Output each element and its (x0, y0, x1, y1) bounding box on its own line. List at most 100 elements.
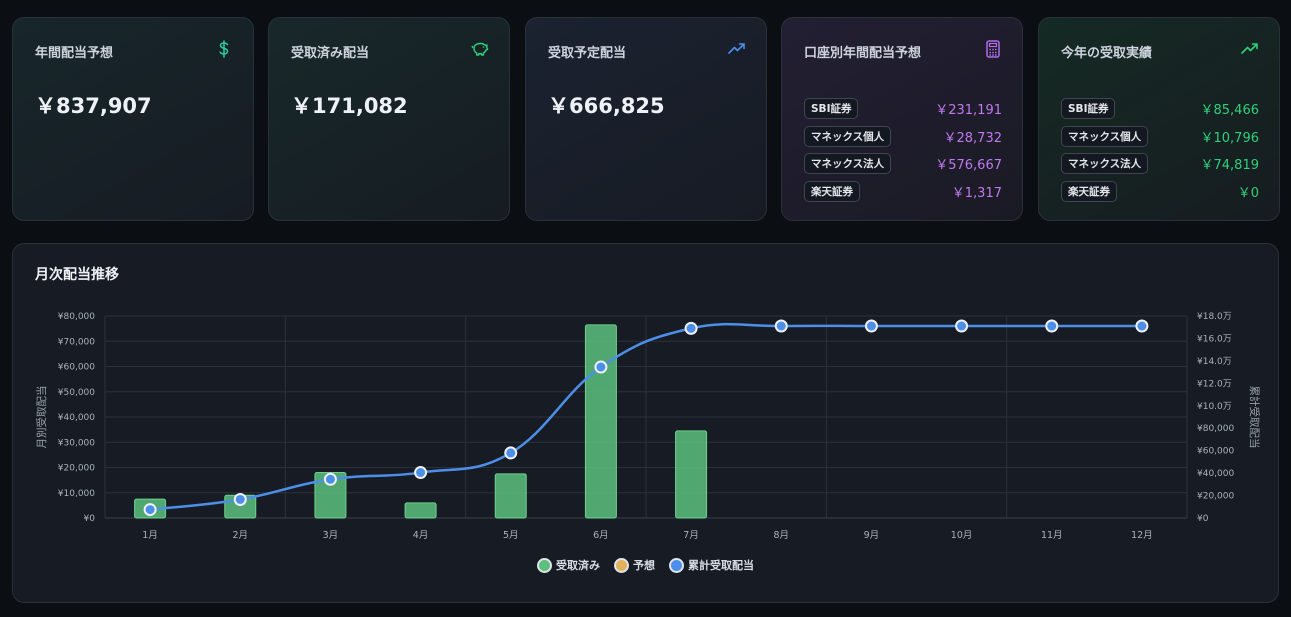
x-tick-label: 4月 (413, 530, 429, 541)
legend-swatch (614, 557, 629, 573)
y-tick-label: ¥50,000 (58, 388, 95, 398)
x-tick-label: 3月 (323, 530, 339, 541)
calculator-icon (984, 40, 1002, 58)
cumulative-point (955, 319, 969, 333)
annual-dividend-card: 年間配当予想 ￥837,907 (12, 17, 254, 221)
piggy-bank-icon (471, 40, 489, 58)
x-tick-label: 2月 (232, 530, 248, 541)
account-value: ￥231,191 (935, 103, 1002, 119)
scheduled-dividend-value: ￥666,825 (548, 94, 665, 118)
list-item: マネックス個人 ￥10,796 (1061, 123, 1259, 151)
account-value: ￥1,317 (951, 185, 1002, 201)
list-item: マネックス法人 ￥576,667 (804, 150, 1002, 178)
bar (675, 430, 708, 519)
y2-tick-label: ¥20,000 (1197, 492, 1234, 502)
cumulative-point (864, 319, 878, 333)
monthly-dividend-chart: ¥0 ¥10,000 ¥20,000 ¥30,000 ¥40,000 ¥50,000 ¥60… (35, 312, 1261, 541)
list-item: マネックス法人 ￥74,819 (1061, 150, 1259, 178)
y-tick-label: ¥60,000 (58, 363, 95, 373)
account-badge: マネックス法人 (1061, 153, 1149, 175)
chart-legend: 受取済み 予想 累計受取配当 (13, 557, 1278, 573)
card-title: 受取予定配当 (548, 46, 627, 61)
y2-tick-label: ¥80,000 (1197, 424, 1234, 434)
received-dividend-value: ￥171,082 (291, 94, 408, 118)
account-value: ￥85,466 (1200, 103, 1260, 119)
received-dividend-card: 受取済み配当 ￥171,082 (268, 17, 510, 221)
cumulative-point (414, 466, 428, 480)
list-item: 楽天証券 ￥1,317 (804, 178, 1002, 206)
bar (584, 324, 617, 519)
annual-dividend-value: ￥837,907 (35, 94, 152, 118)
legend-label: 予想 (633, 559, 655, 572)
x-tick-label: 12月 (1131, 530, 1153, 541)
account-badge: 楽天証券 (804, 180, 860, 202)
bar (494, 473, 527, 519)
y2-tick-label: ¥16.0万 (1197, 334, 1232, 344)
y2-tick-label: ¥40,000 (1197, 469, 1234, 479)
x-tick-label: 5月 (503, 530, 519, 541)
y2-tick-label: ¥12.0万 (1197, 379, 1232, 389)
trending-up-icon (728, 40, 746, 58)
account-value: ￥10,796 (1200, 130, 1260, 146)
account-value: ￥576,667 (935, 158, 1002, 174)
cumulative-point (1135, 319, 1149, 333)
trending-up-icon (1241, 40, 1259, 58)
legend-label: 受取済み (556, 559, 600, 572)
cumulative-point (1045, 319, 1059, 333)
x-tick-label: 6月 (593, 530, 609, 541)
x-tick-label: 8月 (773, 530, 789, 541)
legend-item-received[interactable]: 受取済み (537, 557, 600, 573)
cumulative-point (504, 446, 518, 460)
cumulative-point (594, 360, 608, 374)
y-tick-label: ¥30,000 (58, 438, 95, 448)
list-item: 楽天証券 ￥0 (1061, 178, 1259, 206)
monthly-dividend-chart-panel: 月次配当推移 ¥0 ¥10,000 ¥20,000 ¥30,000 ¥40,000 ¥50… (12, 243, 1279, 603)
y2-tick-label: ¥18.0万 (1197, 312, 1232, 322)
card-title: 今年の受取実績 (1061, 46, 1153, 61)
legend-label: 累計受取配当 (688, 559, 754, 572)
dollar-icon (215, 40, 233, 58)
y-tick-label: ¥20,000 (58, 464, 95, 474)
account-value: ￥0 (1237, 185, 1259, 201)
card-title: 年間配当予想 (35, 46, 114, 61)
x-tick-label: 11月 (1041, 530, 1063, 541)
this-year-account-list: SBI証券 ￥85,466 マネックス個人 ￥10,796 マネックス法人 ￥7… (1061, 95, 1259, 205)
y2-tick-label: ¥10.0万 (1197, 402, 1232, 412)
list-item: SBI証券 ￥231,191 (804, 95, 1002, 123)
legend-swatch (537, 557, 552, 573)
account-badge: 楽天証券 (1061, 180, 1117, 202)
legend-swatch (669, 557, 684, 573)
y-tick-label: ¥10,000 (58, 489, 95, 499)
cumulative-point (684, 321, 698, 335)
y-tick-label: ¥0 (84, 514, 96, 524)
account-value: ￥74,819 (1200, 158, 1260, 174)
cumulative-point (143, 503, 157, 517)
list-item: マネックス個人 ￥28,732 (804, 123, 1002, 151)
list-item: SBI証券 ￥85,466 (1061, 95, 1259, 123)
y-tick-label: ¥70,000 (58, 337, 95, 347)
y-axis-label: 月別受取配当 (35, 386, 48, 449)
this-year-received-card: 今年の受取実績 SBI証券 ￥85,466 マネックス個人 ￥10,796 マネ… (1038, 17, 1280, 221)
account-forecast-list: SBI証券 ￥231,191 マネックス個人 ￥28,732 マネックス法人 ￥… (804, 95, 1002, 205)
legend-item-cumulative[interactable]: 累計受取配当 (669, 557, 754, 573)
account-annual-forecast-card: 口座別年間配当予想 SBI証券 ￥231,191 マネックス個人 ￥28,732… (781, 17, 1023, 221)
y2-tick-label: ¥60,000 (1197, 447, 1234, 457)
y2-axis-label: 累計受取配当 (1248, 386, 1261, 449)
account-badge: SBI証券 (1061, 98, 1116, 120)
cumulative-point (774, 319, 788, 333)
account-badge: マネックス法人 (804, 153, 892, 175)
card-title: 口座別年間配当予想 (804, 46, 922, 61)
y2-tick-label: ¥0 (1197, 514, 1209, 524)
account-badge: SBI証券 (804, 98, 859, 120)
y2-tick-label: ¥14.0万 (1197, 357, 1232, 367)
legend-item-forecast[interactable]: 予想 (614, 557, 655, 573)
scheduled-dividend-card: 受取予定配当 ￥666,825 (525, 17, 767, 221)
x-tick-label: 1月 (142, 530, 158, 541)
x-tick-label: 7月 (683, 530, 699, 541)
y-tick-label: ¥40,000 (58, 413, 95, 423)
account-badge: マネックス個人 (804, 125, 892, 147)
account-value: ￥28,732 (943, 130, 1003, 146)
bar (404, 502, 437, 519)
x-tick-label: 10月 (951, 530, 973, 541)
card-title: 受取済み配当 (291, 46, 370, 61)
